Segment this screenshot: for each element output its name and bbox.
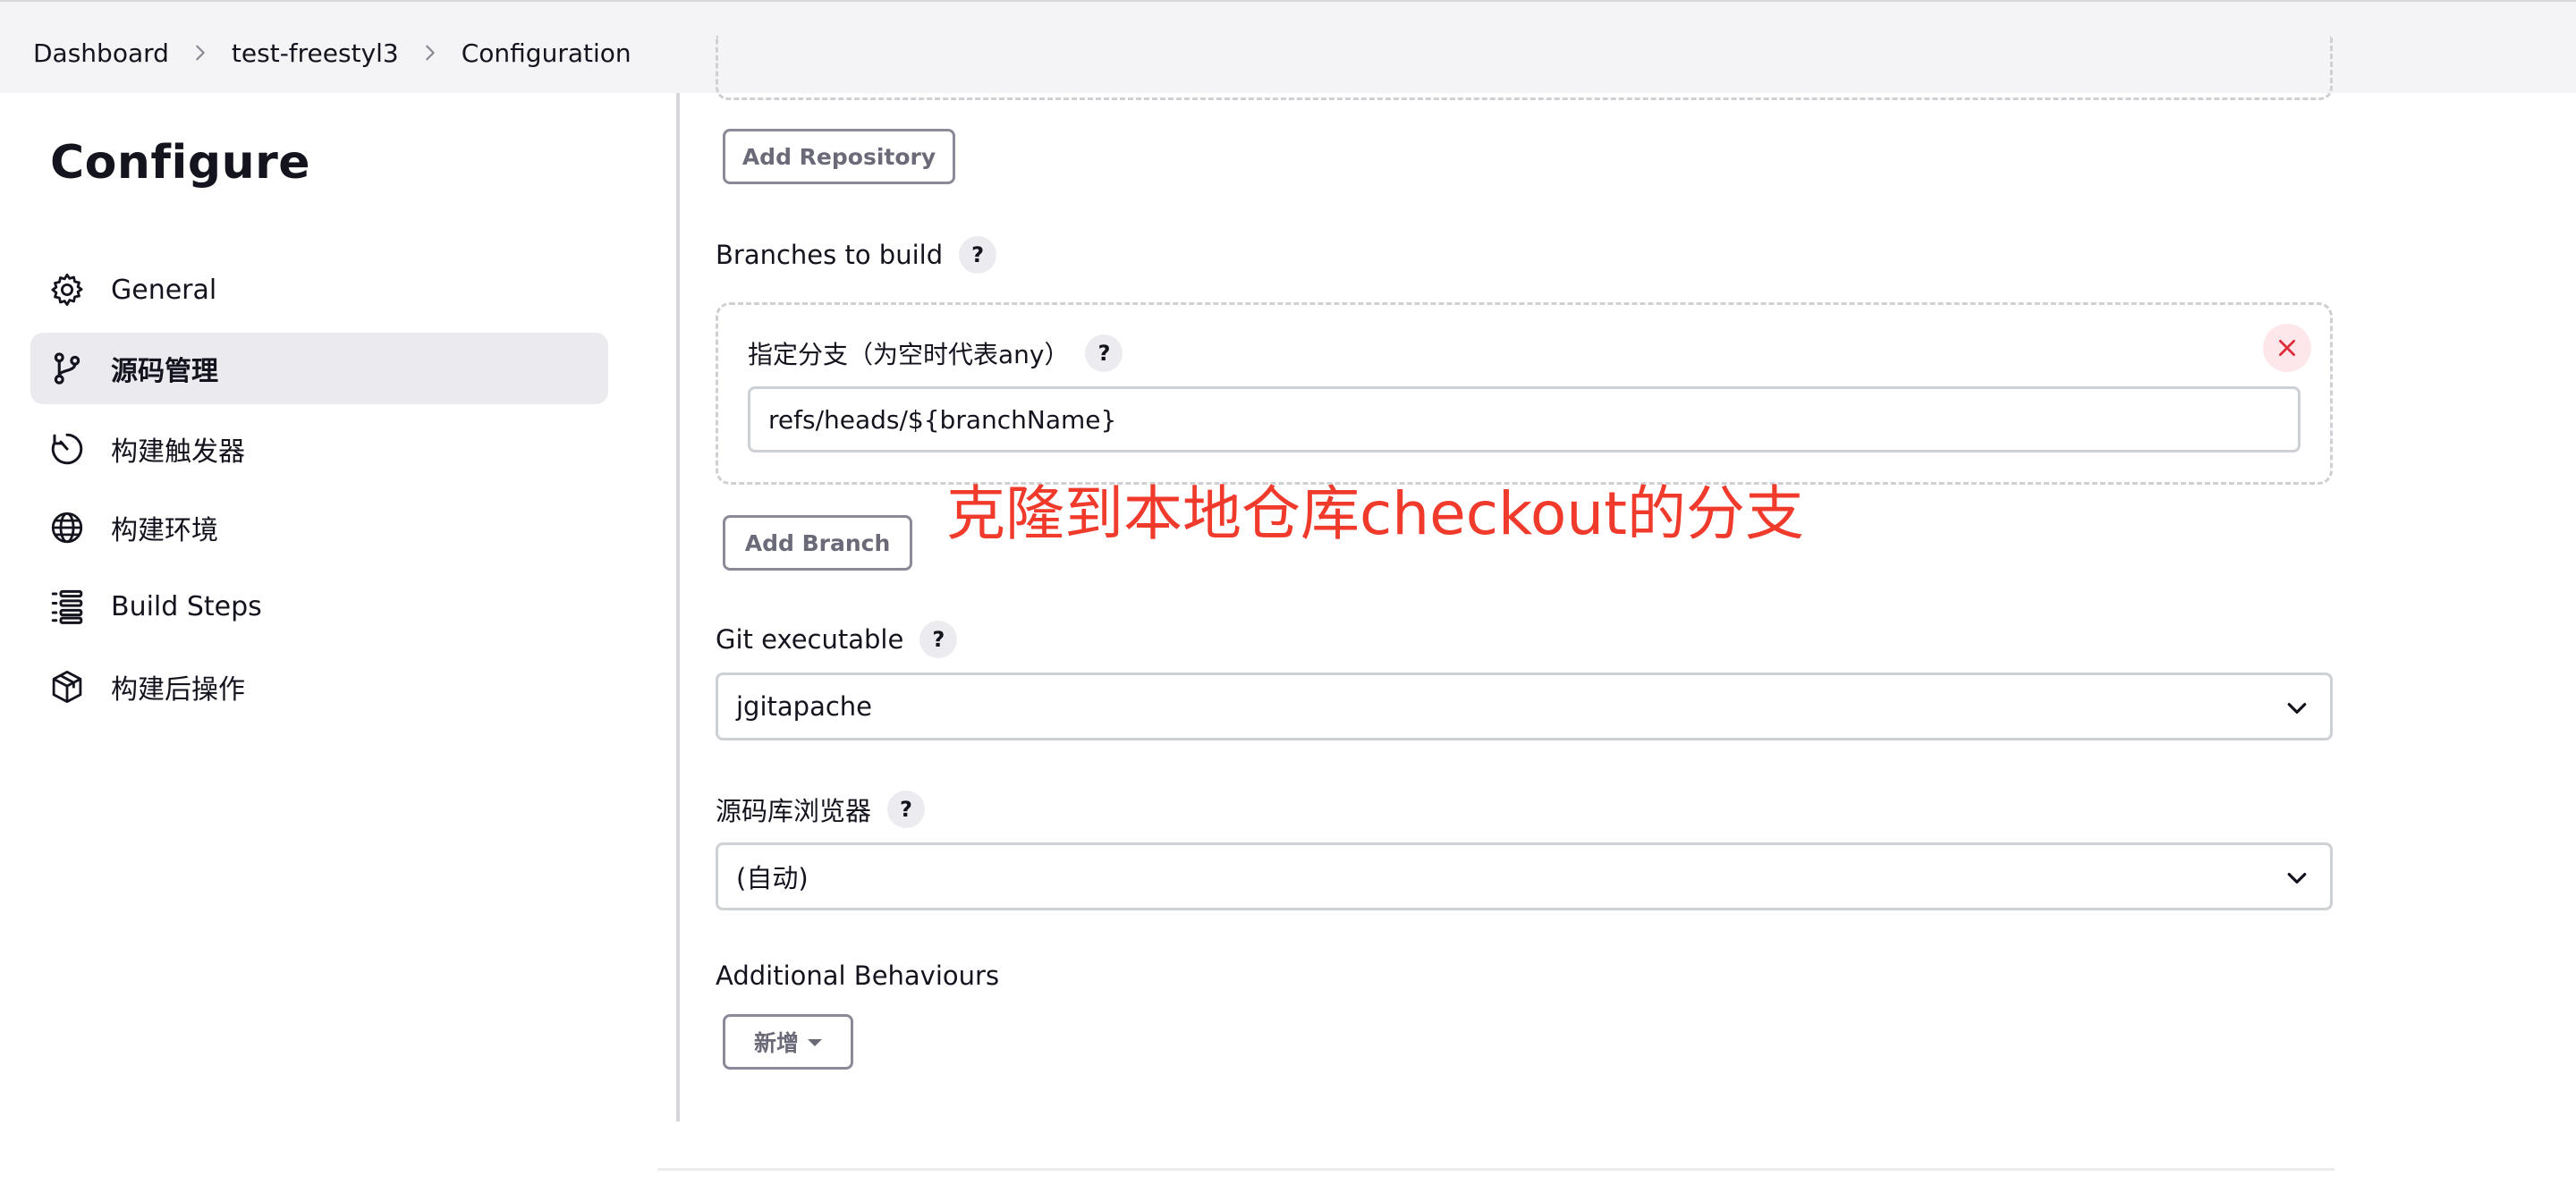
chevron-right-icon [169, 43, 232, 63]
chevron-right-icon [399, 43, 462, 63]
sidebar-item-label: General [111, 274, 217, 306]
add-behaviour-label: 新增 [753, 1030, 799, 1056]
breadcrumb: Dashboard test-freestyl3 Configuration [33, 30, 631, 75]
sidebar-item-label: 构建环境 [111, 515, 218, 546]
help-icon[interactable]: ? [1085, 334, 1123, 372]
branch-spec-label: 指定分支（为空时代表any） ? [748, 334, 1123, 372]
field-label-text: Additional Behaviours [716, 960, 1000, 991]
add-behaviour-button[interactable]: 新增 [723, 1014, 853, 1070]
select-value: jgitapache [736, 691, 873, 722]
close-icon [2279, 340, 2295, 356]
globe-icon [48, 509, 86, 546]
sidebar-item-label: 构建触发器 [111, 436, 245, 468]
help-icon[interactable]: ? [919, 621, 958, 658]
sidebar-item-label: 构建后操作 [111, 674, 245, 706]
breadcrumb-dashboard[interactable]: Dashboard [33, 38, 169, 68]
sidebar-item-triggers[interactable]: 构建触发器 [30, 413, 608, 485]
branches-to-build-label: Branches to build ? [716, 236, 997, 274]
delete-branch-button[interactable] [2263, 324, 2311, 372]
caret-down-icon [808, 1039, 822, 1046]
git-executable-select[interactable]: jgitapache [716, 673, 2333, 740]
page-title: Configure [50, 136, 311, 190]
chevron-down-icon [2284, 865, 2310, 892]
additional-behaviours-label: Additional Behaviours [716, 960, 999, 991]
breadcrumb-configuration[interactable]: Configuration [462, 38, 631, 68]
add-branch-button[interactable]: Add Branch [723, 515, 912, 571]
footer-divider [657, 1168, 2334, 1171]
breadcrumb-project[interactable]: test-freestyl3 [232, 38, 399, 68]
gear-icon [48, 271, 86, 309]
sidebar-item-build-steps[interactable]: Build Steps [30, 571, 608, 642]
sidebar-item-label: Build Steps [111, 590, 262, 622]
chevron-down-icon [2284, 695, 2310, 722]
field-label-text: 指定分支（为空时代表any） [748, 340, 1070, 369]
select-value: (自动) [736, 863, 809, 893]
sidebar-item-environment[interactable]: 构建环境 [30, 492, 608, 563]
field-label-text: 源码库浏览器 [716, 796, 872, 826]
sidebar-divider [676, 93, 680, 1121]
repo-browser-label: 源码库浏览器 ? [716, 791, 926, 828]
field-label-text: Git executable [716, 624, 904, 655]
package-icon [48, 668, 86, 706]
repo-browser-select[interactable]: (自动) [716, 842, 2333, 910]
git-executable-label: Git executable ? [716, 621, 958, 658]
help-icon[interactable]: ? [887, 791, 926, 828]
sidebar-item-scm[interactable]: 源码管理 [30, 333, 608, 404]
branch-spec-input[interactable] [748, 386, 2301, 453]
clock-icon [48, 430, 86, 468]
field-label-text: Branches to build [716, 240, 944, 270]
repository-section [716, 36, 2333, 100]
add-repository-button[interactable]: Add Repository [723, 129, 955, 184]
branch-icon [48, 350, 86, 387]
list-icon [48, 588, 86, 625]
red-annotation: 克隆到本地仓库checkout的分支 [946, 479, 1804, 548]
sidebar-item-general[interactable]: General [30, 254, 608, 326]
sidebar-item-post-build[interactable]: 构建后操作 [30, 651, 608, 723]
sidebar-item-label: 源码管理 [111, 356, 218, 387]
help-icon[interactable]: ? [959, 236, 997, 274]
